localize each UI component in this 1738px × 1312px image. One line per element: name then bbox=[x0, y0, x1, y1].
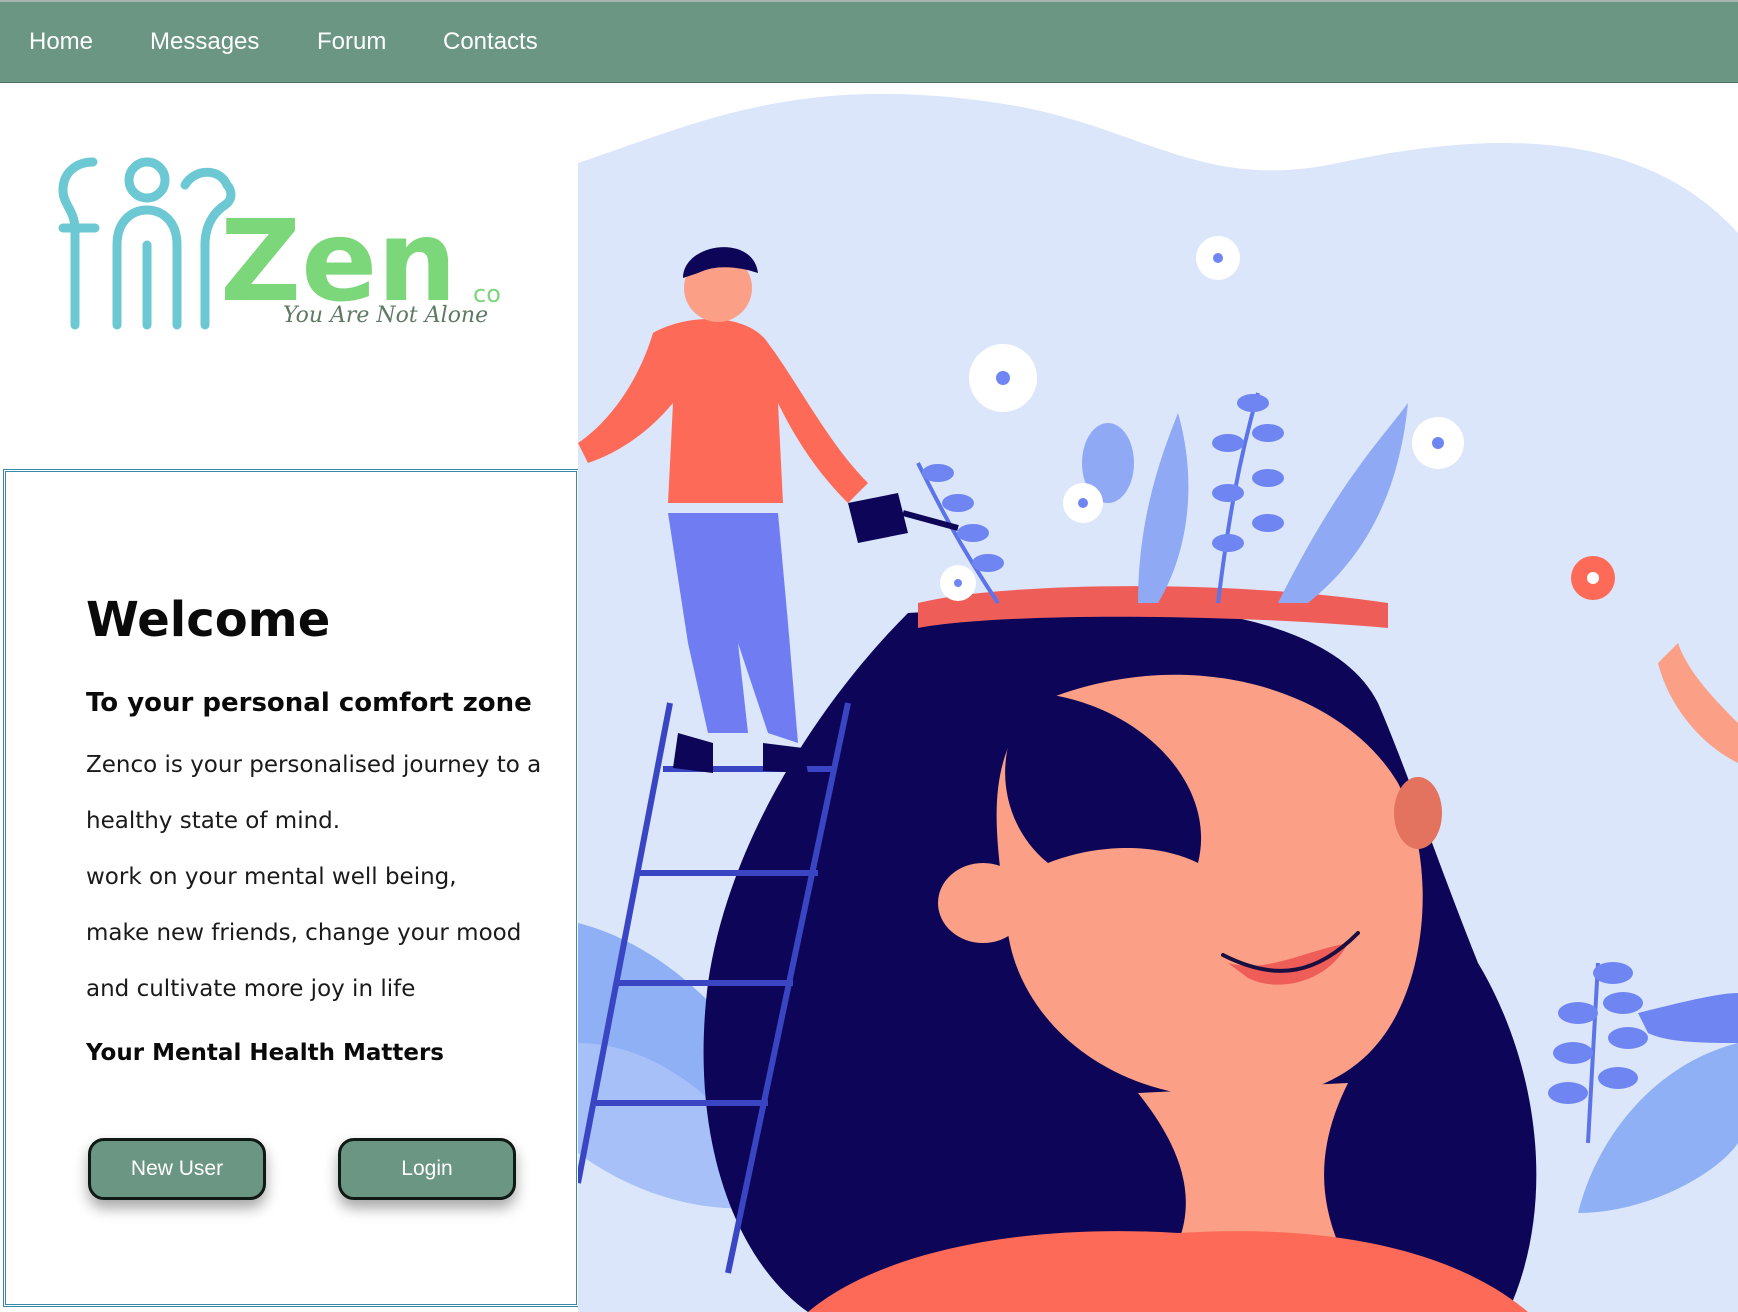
welcome-text-line: work on your mental well being, bbox=[86, 864, 457, 890]
new-user-button[interactable]: New User bbox=[88, 1138, 266, 1200]
hero-illustration-art bbox=[578, 93, 1738, 1312]
welcome-text-line: make new friends, change your mood bbox=[86, 920, 522, 946]
welcome-card: Welcome To your personal comfort zone Ze… bbox=[3, 469, 579, 1307]
nav-messages[interactable]: Messages bbox=[150, 28, 259, 56]
zenco-logo: Zen co You Are Not Alone bbox=[55, 150, 515, 340]
welcome-subtitle: To your personal comfort zone bbox=[86, 688, 532, 718]
login-button[interactable]: Login bbox=[338, 1138, 516, 1200]
nav-forum[interactable]: Forum bbox=[317, 28, 386, 56]
nav-home[interactable]: Home bbox=[29, 28, 93, 56]
hero-illustration bbox=[578, 83, 1738, 1312]
top-navbar: Home Messages Forum Contacts bbox=[0, 0, 1738, 83]
welcome-title: Welcome bbox=[86, 592, 331, 648]
nav-contacts[interactable]: Contacts bbox=[443, 28, 538, 56]
welcome-text-line: Zenco is your personalised journey to a bbox=[86, 752, 542, 778]
welcome-text-line: and cultivate more joy in life bbox=[86, 976, 416, 1002]
mental-health-tagline: Your Mental Health Matters bbox=[86, 1040, 444, 1066]
brand-tagline: You Are Not Alone bbox=[283, 303, 488, 328]
zenco-logo-mark: Zen co You Are Not Alone bbox=[58, 157, 501, 330]
welcome-text-line: healthy state of mind. bbox=[86, 808, 341, 834]
